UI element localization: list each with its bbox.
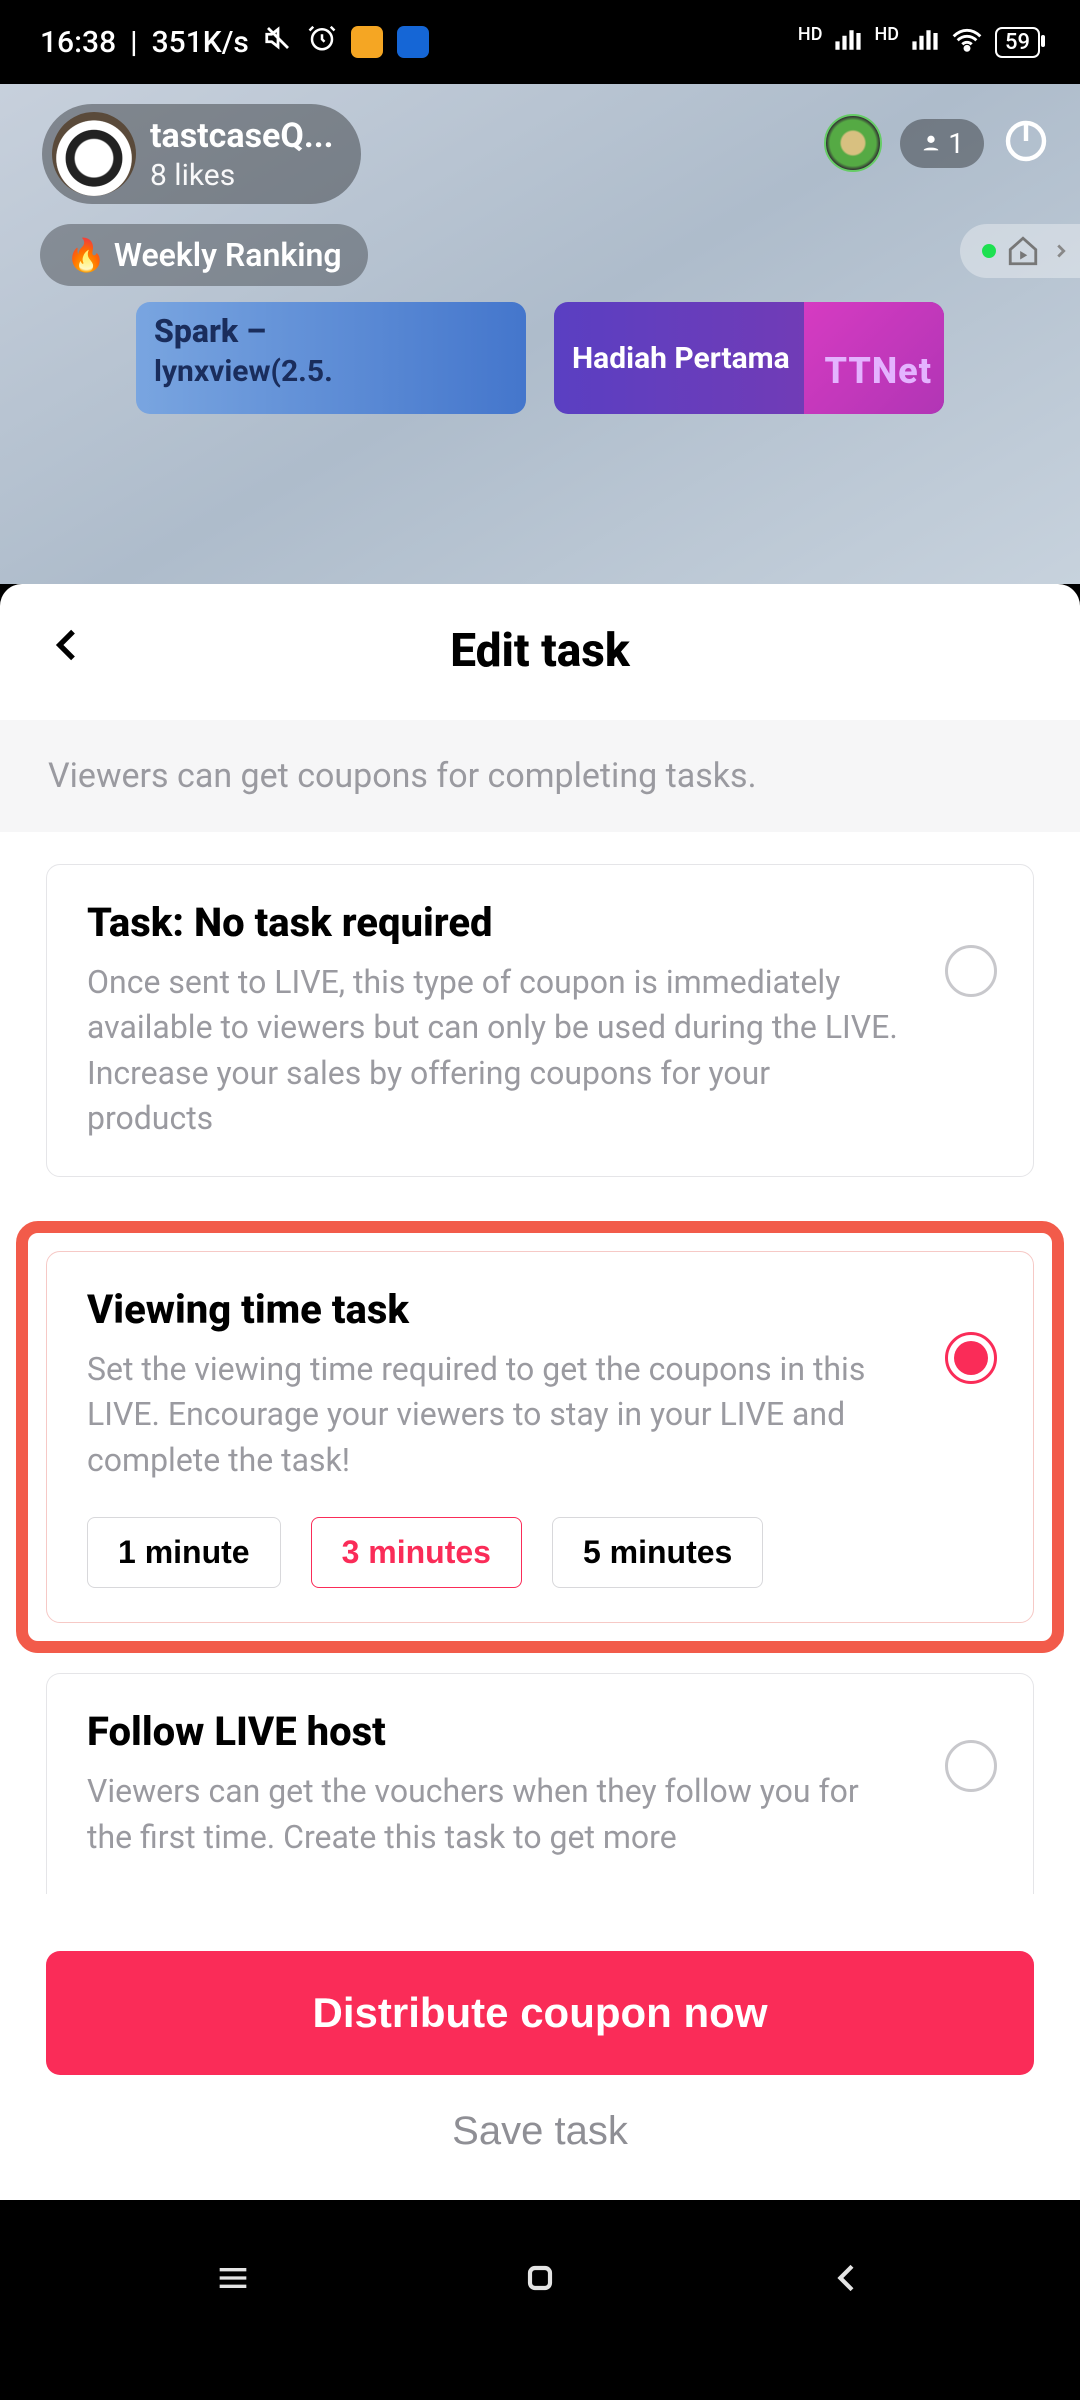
status-time: 16:38 [40,25,116,60]
task-viewing-title: Viewing time task [87,1286,993,1333]
back-icon[interactable] [48,620,88,683]
time-option-5min[interactable]: 5 minutes [552,1517,763,1588]
promo-purple-line1: Hadiah Pertama [572,341,790,376]
task-none-title: Task: No task required [87,899,993,946]
corner-shortcut[interactable] [960,224,1080,278]
status-netspeed: 351K/s [152,25,249,60]
app-icon-orange [351,26,383,58]
radio-viewing[interactable] [945,1332,997,1384]
app-icon-blue [397,26,429,58]
signal-icon-2 [911,25,939,60]
time-option-3min[interactable]: 3 minutes [311,1517,522,1588]
radio-none[interactable] [945,945,997,997]
task-viewing-desc: Set the viewing time required to get the… [87,1347,993,1483]
sheet-title: Edit task [450,624,630,678]
android-navbar [0,2200,1080,2400]
host-pill[interactable]: tastcaseQ... 8 likes [42,104,361,204]
home-play-icon [1006,234,1040,268]
task-follow-title: Follow LIVE host [87,1708,993,1755]
status-dot-icon [982,244,996,258]
nav-recents-icon[interactable] [213,2258,253,2302]
weekly-ranking-label: Weekly Ranking [114,236,342,274]
nav-home-icon[interactable] [520,2258,560,2302]
status-bar: 16:38 | 351K/s HD HD 59 [0,0,1080,84]
task-none-desc: Once sent to LIVE, this type of coupon i… [87,960,993,1142]
live-header: tastcaseQ... 8 likes 1 🔥 Weekly Ranking … [0,84,1080,584]
viewer-count-pill[interactable]: 1 [900,119,984,168]
action-bar: Distribute coupon now Save task [0,1903,1080,2200]
promo-blue-line1: Spark – [154,312,508,350]
highlight-frame: Viewing time task Set the viewing time r… [16,1221,1064,1653]
battery-icon: 59 [995,27,1040,58]
task-follow-desc: Viewers can get the vouchers when they f… [87,1769,993,1860]
promo-blue-line2: lynxview(2.5. [154,354,508,389]
host-name: tastcaseQ... [150,116,333,156]
power-icon[interactable] [1002,117,1050,169]
save-task-button[interactable]: Save task [46,2075,1034,2172]
alarm-icon [307,23,337,61]
task-card-viewing[interactable]: Viewing time task Set the viewing time r… [46,1251,1034,1623]
viewer-count: 1 [948,127,964,160]
task-card-follow[interactable]: Follow LIVE host Viewers can get the vou… [46,1673,1034,1894]
fire-icon: 🔥 [66,236,106,274]
mute-icon [263,23,293,61]
sheet-subtitle: Viewers can get coupons for completing t… [0,720,1080,832]
host-likes: 8 likes [150,158,333,193]
time-option-1min[interactable]: 1 minute [87,1517,281,1588]
task-card-none[interactable]: Task: No task required Once sent to LIVE… [46,864,1034,1177]
promo-purple-badge: TTNet [825,350,932,392]
signal-icon-1 [834,25,862,60]
viewer-avatar[interactable] [824,114,882,172]
promo-card-hadiah[interactable]: Hadiah Pertama TTNet [554,302,944,414]
weekly-ranking-pill[interactable]: 🔥 Weekly Ranking [40,224,368,286]
hd-signal-icon-2: HD [874,24,899,45]
distribute-button[interactable]: Distribute coupon now [46,1951,1034,2075]
chevron-right-icon [1050,240,1072,262]
radio-follow[interactable] [945,1740,997,1792]
nav-back-icon[interactable] [827,2258,867,2302]
hd-signal-icon: HD [798,24,823,45]
host-avatar[interactable] [52,112,136,196]
wifi-icon [951,25,983,60]
promo-card-spark[interactable]: Spark – lynxview(2.5. [136,302,526,414]
